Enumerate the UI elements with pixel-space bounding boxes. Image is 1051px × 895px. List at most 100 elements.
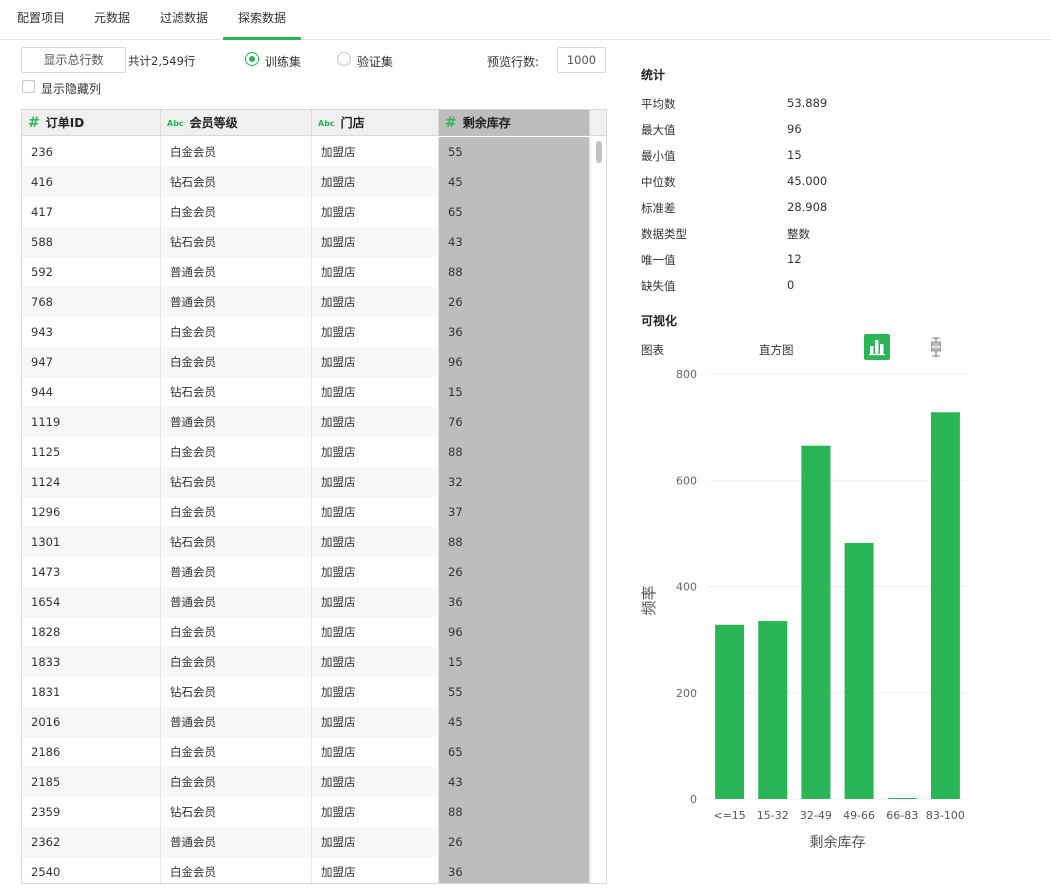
table-row[interactable]: 592 普通会员 加盟店 88 bbox=[22, 257, 590, 287]
table-row[interactable]: 2016 普通会员 加盟店 45 bbox=[22, 707, 590, 737]
table-cell[interactable]: 36 bbox=[439, 587, 590, 617]
table-cell[interactable]: 普通会员 bbox=[161, 407, 312, 437]
table-cell[interactable]: 1833 bbox=[22, 647, 161, 677]
table-cell[interactable]: 1119 bbox=[22, 407, 161, 437]
table-cell[interactable]: 加盟店 bbox=[312, 587, 439, 617]
table-cell[interactable]: 加盟店 bbox=[312, 437, 439, 467]
table-cell[interactable]: 1301 bbox=[22, 527, 161, 557]
table-cell[interactable]: 加盟店 bbox=[312, 497, 439, 527]
table-cell[interactable]: 43 bbox=[439, 767, 590, 797]
table-cell[interactable]: 416 bbox=[22, 167, 161, 197]
table-row[interactable]: 1124 钻石会员 加盟店 32 bbox=[22, 467, 590, 497]
table-cell[interactable]: 15 bbox=[439, 647, 590, 677]
column-header-remaining-stock[interactable]: # 剩余库存 bbox=[439, 110, 590, 136]
table-cell[interactable]: 加盟店 bbox=[312, 677, 439, 707]
table-cell[interactable]: 钻石会员 bbox=[161, 227, 312, 257]
table-cell[interactable]: 加盟店 bbox=[312, 137, 439, 167]
column-header-order-id[interactable]: # 订单ID bbox=[22, 110, 161, 136]
table-cell[interactable]: 白金会员 bbox=[161, 737, 312, 767]
preview-rows-input[interactable] bbox=[557, 47, 606, 73]
table-cell[interactable]: 加盟店 bbox=[312, 737, 439, 767]
table-row[interactable]: 2540 白金会员 加盟店 36 bbox=[22, 857, 590, 883]
histogram-icon[interactable] bbox=[864, 334, 890, 360]
show-total-rows-button[interactable]: 显示总行数 bbox=[21, 47, 126, 73]
table-cell[interactable]: 白金会员 bbox=[161, 137, 312, 167]
show-hidden-columns-checkbox[interactable] bbox=[22, 80, 35, 93]
table-cell[interactable]: 2362 bbox=[22, 827, 161, 857]
table-row[interactable]: 236 白金会员 加盟店 55 bbox=[22, 137, 590, 167]
table-cell[interactable]: 15 bbox=[439, 377, 590, 407]
tab-metadata[interactable]: 元数据 bbox=[84, 0, 140, 40]
table-cell[interactable]: 加盟店 bbox=[312, 527, 439, 557]
tab-filter[interactable]: 过滤数据 bbox=[152, 0, 216, 40]
table-cell[interactable]: 白金会员 bbox=[161, 617, 312, 647]
table-cell[interactable]: 钻石会员 bbox=[161, 167, 312, 197]
table-row[interactable]: 768 普通会员 加盟店 26 bbox=[22, 287, 590, 317]
table-cell[interactable]: 加盟店 bbox=[312, 227, 439, 257]
table-cell[interactable]: 43 bbox=[439, 227, 590, 257]
table-cell[interactable]: 白金会员 bbox=[161, 767, 312, 797]
table-cell[interactable]: 1473 bbox=[22, 557, 161, 587]
table-cell[interactable]: 768 bbox=[22, 287, 161, 317]
table-cell[interactable]: 55 bbox=[439, 137, 590, 167]
table-cell[interactable]: 88 bbox=[439, 797, 590, 827]
table-cell[interactable]: 加盟店 bbox=[312, 197, 439, 227]
table-row[interactable]: 2186 白金会员 加盟店 65 bbox=[22, 737, 590, 767]
table-cell[interactable]: 普通会员 bbox=[161, 557, 312, 587]
boxplot-icon[interactable] bbox=[926, 336, 946, 358]
table-cell[interactable]: 45 bbox=[439, 707, 590, 737]
table-cell[interactable]: 加盟店 bbox=[312, 617, 439, 647]
table-cell[interactable]: 普通会员 bbox=[161, 287, 312, 317]
table-cell[interactable]: 2186 bbox=[22, 737, 161, 767]
table-cell[interactable]: 65 bbox=[439, 737, 590, 767]
table-row[interactable]: 588 钻石会员 加盟店 43 bbox=[22, 227, 590, 257]
table-cell[interactable]: 45 bbox=[439, 167, 590, 197]
radio-validation-set[interactable] bbox=[337, 52, 351, 66]
table-cell[interactable]: 588 bbox=[22, 227, 161, 257]
table-cell[interactable]: 普通会员 bbox=[161, 257, 312, 287]
radio-train-set[interactable] bbox=[245, 52, 259, 66]
table-cell[interactable]: 36 bbox=[439, 317, 590, 347]
table-cell[interactable]: 钻石会员 bbox=[161, 797, 312, 827]
show-hidden-columns-label[interactable]: 显示隐藏列 bbox=[41, 80, 101, 97]
table-cell[interactable]: 加盟店 bbox=[312, 707, 439, 737]
table-row[interactable]: 1833 白金会员 加盟店 15 bbox=[22, 647, 590, 677]
table-cell[interactable]: 白金会员 bbox=[161, 857, 312, 883]
table-cell[interactable]: 加盟店 bbox=[312, 467, 439, 497]
table-row[interactable]: 1119 普通会员 加盟店 76 bbox=[22, 407, 590, 437]
table-row[interactable]: 944 钻石会员 加盟店 15 bbox=[22, 377, 590, 407]
table-cell[interactable]: 加盟店 bbox=[312, 827, 439, 857]
table-cell[interactable]: 钻石会员 bbox=[161, 377, 312, 407]
column-header-store[interactable]: Abc 门店 bbox=[312, 110, 439, 136]
table-cell[interactable]: 55 bbox=[439, 677, 590, 707]
table-cell[interactable]: 88 bbox=[439, 527, 590, 557]
tab-config[interactable]: 配置项目 bbox=[10, 0, 72, 40]
table-row[interactable]: 2185 白金会员 加盟店 43 bbox=[22, 767, 590, 797]
table-cell[interactable]: 944 bbox=[22, 377, 161, 407]
table-cell[interactable]: 26 bbox=[439, 557, 590, 587]
table-cell[interactable]: 加盟店 bbox=[312, 407, 439, 437]
table-cell[interactable]: 加盟店 bbox=[312, 317, 439, 347]
table-cell[interactable]: 236 bbox=[22, 137, 161, 167]
table-cell[interactable]: 417 bbox=[22, 197, 161, 227]
scrollbar-thumb[interactable] bbox=[596, 141, 602, 163]
table-cell[interactable]: 钻石会员 bbox=[161, 467, 312, 497]
table-cell[interactable]: 白金会员 bbox=[161, 497, 312, 527]
column-header-member-level[interactable]: Abc 会员等级 bbox=[161, 110, 312, 136]
table-cell[interactable]: 1828 bbox=[22, 617, 161, 647]
table-cell[interactable]: 26 bbox=[439, 827, 590, 857]
radio-train-label[interactable]: 训练集 bbox=[265, 53, 301, 70]
table-cell[interactable]: 37 bbox=[439, 497, 590, 527]
table-row[interactable]: 1828 白金会员 加盟店 96 bbox=[22, 617, 590, 647]
table-cell[interactable]: 白金会员 bbox=[161, 317, 312, 347]
table-cell[interactable]: 1125 bbox=[22, 437, 161, 467]
table-cell[interactable]: 普通会员 bbox=[161, 827, 312, 857]
table-cell[interactable]: 88 bbox=[439, 437, 590, 467]
table-cell[interactable]: 白金会员 bbox=[161, 437, 312, 467]
table-cell[interactable]: 26 bbox=[439, 287, 590, 317]
table-cell[interactable]: 65 bbox=[439, 197, 590, 227]
table-cell[interactable]: 加盟店 bbox=[312, 767, 439, 797]
table-cell[interactable]: 2359 bbox=[22, 797, 161, 827]
table-cell[interactable]: 加盟店 bbox=[312, 557, 439, 587]
table-cell[interactable]: 普通会员 bbox=[161, 707, 312, 737]
